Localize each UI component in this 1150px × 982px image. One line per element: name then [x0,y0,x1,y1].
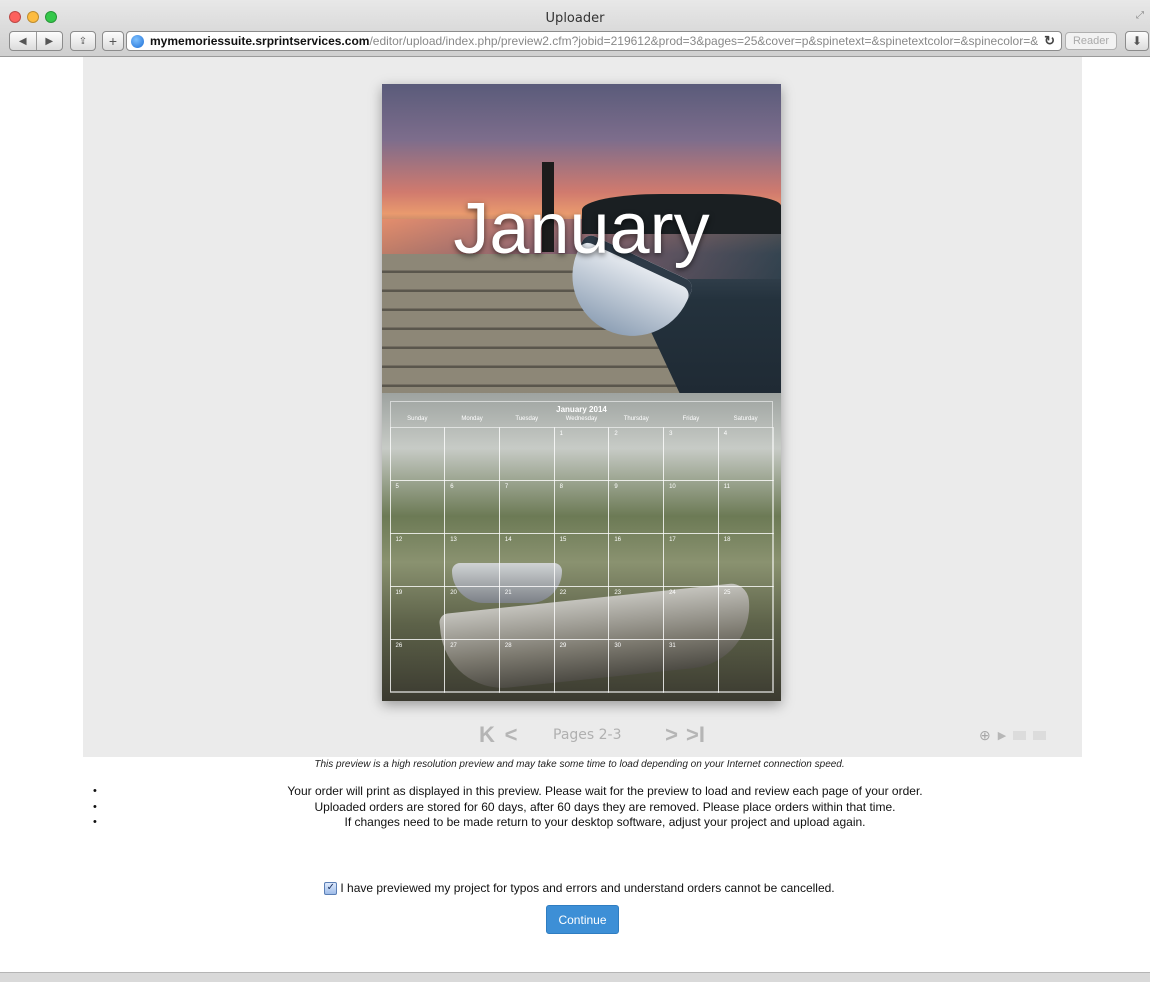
calendar-day-cell: 16 [608,532,665,587]
calendar-day-cell: 1 [553,426,610,481]
weekday-label: Tuesday [515,416,539,422]
weekday-label: Sunday [407,416,428,422]
calendar-day-cell: 19 [389,585,446,640]
address-bar[interactable]: mymemoriessuite.srprintservices.com /edi… [126,31,1062,51]
weekday-label: Monday [461,416,483,422]
next-page-button[interactable]: > [660,722,684,748]
calendar-day-cell: 27 [444,638,500,693]
calendar-day-cell [444,426,500,481]
calendar-day-cell: 30 [608,638,665,693]
zoom-icon[interactable]: ⊕ [979,727,991,744]
calendar-day-cell: 3 [663,426,719,481]
calendar-day-cell: 10 [663,479,719,534]
calendar-header: January 2014 [556,405,607,414]
calendar-day-cell: 25 [717,585,774,640]
page-content: January January 2014 Sunday Monday Tuesday… [9,57,1150,973]
viewer-tools: ⊕ ▶ [979,727,1047,744]
calendar-day-cell [498,426,555,481]
calendar-day-cell: 6 [444,479,500,534]
forward-button[interactable]: ▶ [37,36,63,47]
preview-note: This preview is a high resolution previe… [314,759,845,770]
url-path: /editor/upload/index.php/preview2.cfm?jo… [369,34,1039,48]
window-titlebar: Uploader ⤢ ◀ ▶ ⇪ + mymemoriessuite.srpri… [0,0,1150,57]
thumbnails-icon[interactable] [1013,731,1027,740]
month-title: January [453,189,710,269]
calendar-day-cell: 18 [717,532,774,587]
fullscreen-view-icon[interactable] [1033,731,1047,740]
preview-viewer: January January 2014 Sunday Monday Tuesday… [83,57,1082,757]
calendar-day-cell: 23 [608,585,665,640]
calendar-day-cell: 15 [553,532,610,587]
calendar-day-cell: 11 [717,479,774,534]
share-button[interactable]: ⇪ [70,31,96,51]
calendar-day-cell: 22 [553,585,610,640]
calendar-day-cell: 29 [553,638,610,693]
calendar-day-cell: 26 [389,638,446,693]
list-item: If changes need to be made return to you… [93,815,1105,831]
calendar-page-preview: January January 2014 Sunday Monday Tuesday… [382,84,781,701]
window-title: Uploader [545,11,605,26]
agreement-checkbox[interactable]: ✓ [324,881,338,895]
back-forward-buttons: ◀ ▶ [9,31,63,51]
calendar-day-cell: 2 [608,426,665,481]
continue-button[interactable]: Continue [546,905,619,934]
weekday-label: Wednesday [565,416,598,422]
calendar-day-cell: 21 [498,585,555,640]
calendar-day-cell: 4 [717,426,774,481]
instructions-list: Your order will print as displayed in th… [93,784,1105,831]
first-page-button[interactable]: K [475,722,499,748]
calendar-day-cell: 28 [498,638,555,693]
calendar-day-cell [389,426,446,481]
play-icon[interactable]: ▶ [998,729,1006,742]
list-item: Uploaded orders are stored for 60 days, … [93,800,1105,816]
calendar-day-cell: 12 [389,532,446,587]
downloads-icon[interactable]: ⬇ [1125,31,1149,51]
calendar-day-cell: 17 [663,532,719,587]
calendar-day-cell: 13 [444,532,500,587]
agreement-row: ✓ I have previewed my project for typos … [9,881,1150,895]
fullscreen-icon[interactable]: ⤢ [1136,10,1144,21]
globe-icon [131,34,144,48]
reader-button[interactable]: Reader [1065,32,1117,50]
calendar-day-cell: 14 [498,532,555,587]
reload-icon[interactable]: ↻ [1038,33,1061,49]
weekday-label: Saturday [733,416,758,422]
weekday-row: Sunday Monday Tuesday Wednesday Thursday Frid… [390,416,773,422]
weekday-label: Friday [682,416,700,422]
agreement-label[interactable]: I have previewed my project for typos an… [340,881,834,895]
calendar-day-cell: 5 [389,479,446,534]
calendar-grid: 1 2 3 4 5 6 7 8 9 10 11 12 13 14 15 16 17 18 19 20 21 22 23 24 2… [389,426,774,693]
weekday-label: Thursday [623,416,649,422]
back-button[interactable]: ◀ [10,36,36,47]
calendar-day-cell: 7 [498,479,555,534]
calendar-grid-section: January 2014 Sunday Monday Tuesday Wednesda… [382,393,781,701]
calendar-day-cell: 24 [663,585,719,640]
calendar-day-cell: 31 [663,638,719,693]
prev-page-button[interactable]: < [499,722,523,748]
calendar-day-cell: 9 [608,479,665,534]
url-domain: mymemoriessuite.srprintservices.com [150,34,370,48]
calendar-day-cell: 20 [444,585,500,640]
list-item: Your order will print as displayed in th… [93,784,1105,800]
calendar-day-cell [717,638,774,693]
page-navigation: K < Pages 2-3 > >I [475,722,708,748]
last-page-button[interactable]: >I [684,722,708,748]
january-photo: January [382,84,781,393]
new-tab-button[interactable]: + [102,31,124,51]
pages-label: Pages 2-3 [553,727,622,743]
calendar-day-cell: 8 [553,479,610,534]
